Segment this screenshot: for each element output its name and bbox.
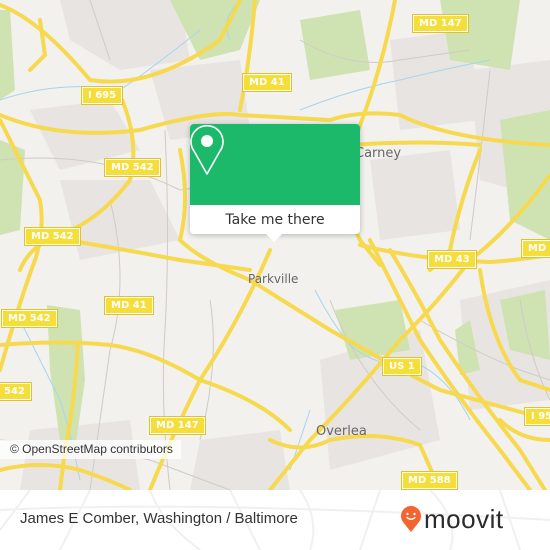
road-shield: MD 588	[401, 471, 458, 490]
moovit-pin-icon	[401, 506, 421, 532]
road-shield: 542	[0, 382, 32, 401]
take-me-there-button[interactable]: Take me there	[190, 205, 360, 234]
popup-tail	[265, 233, 283, 242]
road-shield: MD 43	[427, 250, 477, 269]
moovit-logo[interactable]: moovit	[400, 505, 504, 533]
road-shield: US 1	[382, 357, 422, 376]
place-label: Carney	[355, 146, 402, 161]
road-shield: MD 41	[104, 296, 154, 315]
road-shield: MD 147	[149, 416, 206, 435]
location-popup: Take me there	[190, 124, 360, 242]
map-pin-icon	[190, 124, 224, 175]
map-view[interactable]: MD 147 I 695 MD 41 MD 542 MD 542 MD 43 MD 4 MD …	[0, 0, 550, 490]
road-shield: MD 41	[242, 73, 292, 92]
place-label: Overlea	[316, 424, 367, 439]
road-shield: MD 147	[412, 14, 469, 33]
road-shield: I 95	[523, 407, 550, 426]
road-shield: MD 542	[24, 227, 81, 246]
map-attribution[interactable]: © OpenStreetMap contributors	[0, 440, 181, 459]
moovit-wordmark: moovit	[424, 504, 504, 534]
place-label: Parkville	[248, 272, 299, 286]
road-shield: MD 4	[521, 239, 550, 258]
location-title: James E Comber, Washington / Baltimore	[20, 510, 298, 527]
road-shield: MD 542	[1, 309, 58, 328]
road-shield: I 695	[80, 86, 124, 105]
footer: James E Comber, Washington / Baltimore m…	[0, 490, 550, 550]
popup-header	[190, 124, 360, 205]
road-shield: MD 542	[104, 158, 161, 177]
